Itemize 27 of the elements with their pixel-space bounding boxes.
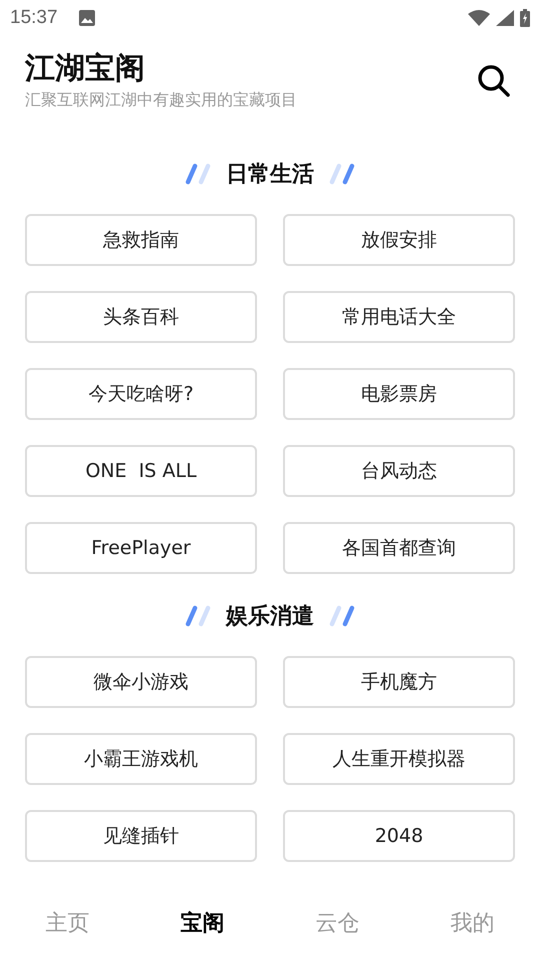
section-title: 日常生活 bbox=[226, 161, 314, 189]
feature-button[interactable]: 微伞小游戏 bbox=[25, 656, 257, 708]
feature-button[interactable]: 急救指南 bbox=[25, 214, 257, 266]
page-title: 江湖宝阁 bbox=[25, 50, 146, 88]
feature-button[interactable]: 常用电话大全 bbox=[283, 291, 515, 343]
feature-button[interactable]: 人生重开模拟器 bbox=[283, 733, 515, 785]
section-title: 娱乐消遣 bbox=[226, 603, 314, 631]
feature-button[interactable]: FreePlayer bbox=[25, 522, 257, 574]
nav-tab[interactable]: 宝阁 bbox=[135, 900, 270, 946]
feature-button[interactable]: 今天吃啥呀? bbox=[25, 368, 257, 420]
feature-button[interactable]: 放假安排 bbox=[283, 214, 515, 266]
feature-button[interactable]: 小霸王游戏机 bbox=[25, 733, 257, 785]
feature-button[interactable]: 2048 bbox=[283, 810, 515, 862]
feature-button[interactable]: 电影票房 bbox=[283, 368, 515, 420]
feature-button[interactable]: 台风动态 bbox=[283, 445, 515, 497]
status-time: 15:37 bbox=[10, 7, 58, 29]
wifi-icon bbox=[468, 10, 490, 26]
feature-button[interactable]: 各国首都查询 bbox=[283, 522, 515, 574]
feature-button[interactable]: 手机魔方 bbox=[283, 656, 515, 708]
feature-button[interactable]: ONE IS ALL bbox=[25, 445, 257, 497]
search-icon[interactable] bbox=[477, 64, 511, 98]
page-subtitle: 汇聚互联网江湖中有趣实用的宝藏项目 bbox=[25, 90, 297, 111]
signal-icon bbox=[496, 10, 514, 26]
battery-icon bbox=[520, 9, 530, 27]
feature-button[interactable]: 见缝插针 bbox=[25, 810, 257, 862]
image-icon bbox=[78, 9, 96, 27]
feature-button[interactable]: 头条百科 bbox=[25, 291, 257, 343]
